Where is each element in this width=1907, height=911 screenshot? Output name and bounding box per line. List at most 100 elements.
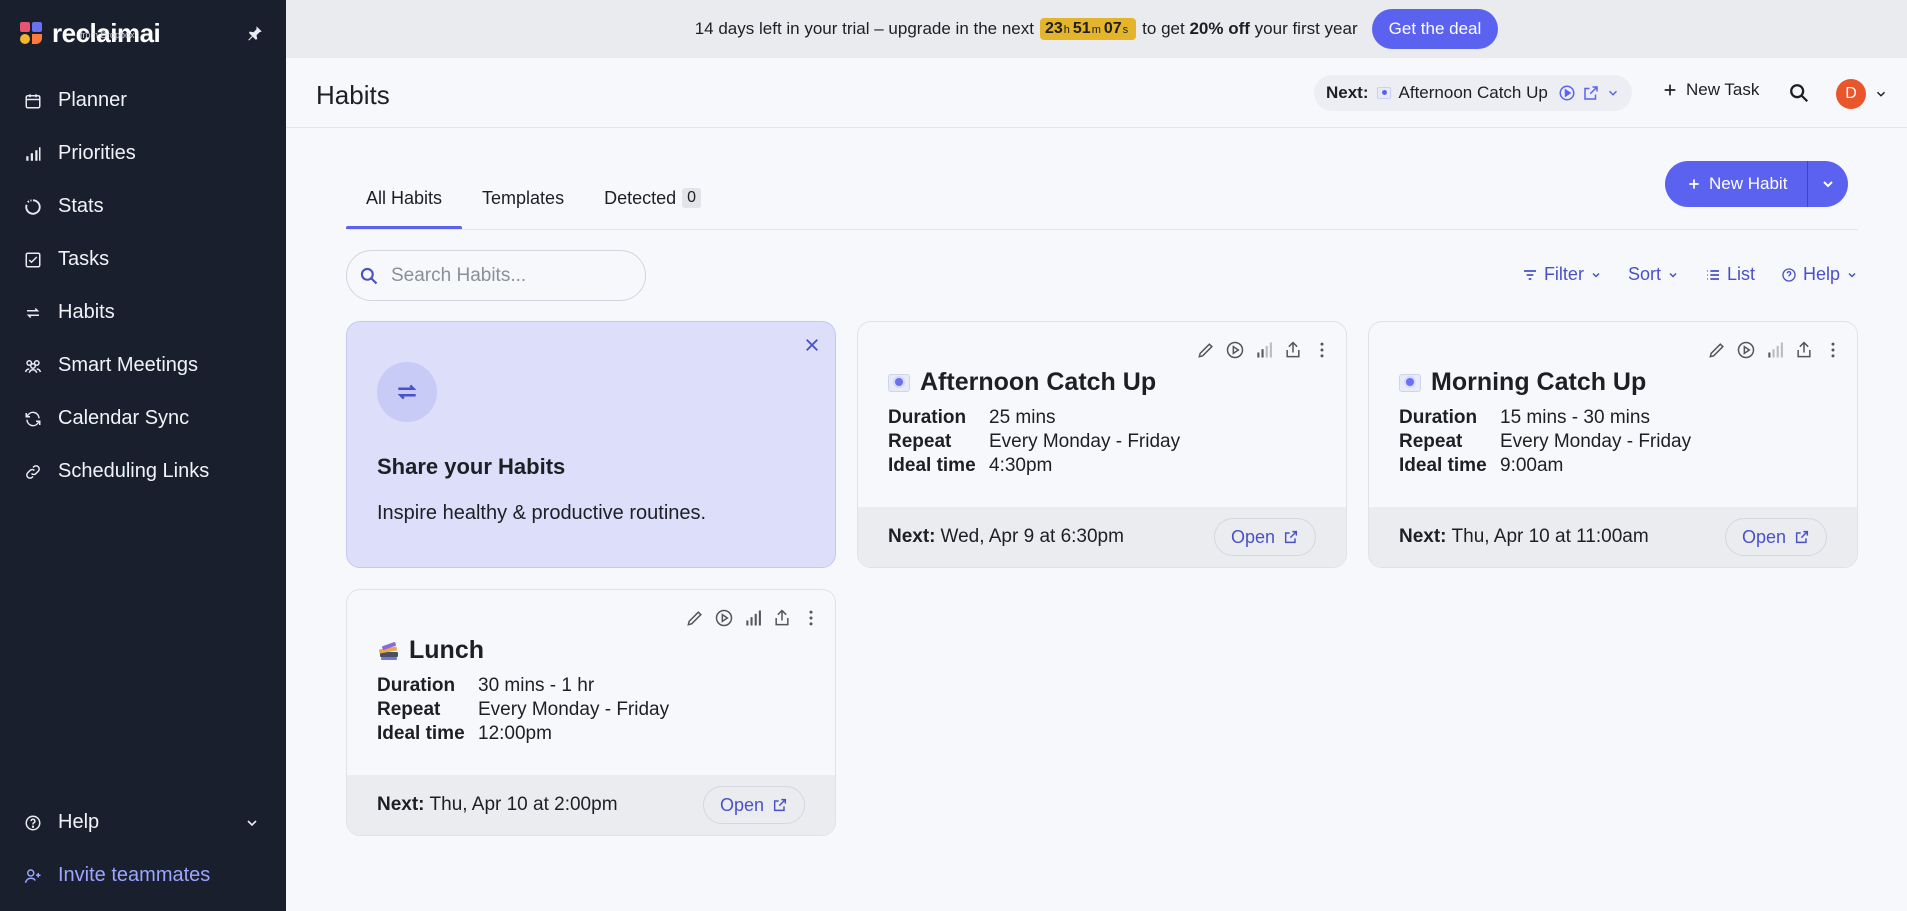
habit-card-footer: Next: Thu, Apr 10 at 2:00pm Open — [347, 775, 835, 835]
chevron-down-icon[interactable] — [1606, 86, 1620, 100]
ideal-time-label: Ideal time — [888, 455, 976, 476]
search-icon[interactable] — [1788, 82, 1810, 104]
search-input[interactable] — [391, 264, 621, 287]
timer-hours-unit: h — [1063, 24, 1070, 36]
stats-icon[interactable] — [1765, 340, 1785, 360]
ideal-time-value: 9:00am — [1500, 455, 1564, 476]
page-header: Habits Next: Afternoon Catch Up New Task… — [286, 58, 1907, 128]
tab-label: Templates — [482, 187, 565, 208]
open-button[interactable]: Open — [1213, 518, 1316, 556]
share-habits-card: Share your Habits Inspire healthy & prod… — [346, 321, 836, 568]
open-external-icon — [1795, 530, 1809, 544]
open-external-icon — [1284, 530, 1298, 544]
lunch-icon — [378, 641, 398, 660]
sidebar-item-planner[interactable]: Planner — [0, 74, 286, 127]
next-label: Next: — [888, 526, 936, 547]
share-icon[interactable] — [772, 608, 792, 628]
sidebar-item-habits[interactable]: Habits — [0, 286, 286, 339]
new-task-label: New Task — [1686, 80, 1760, 99]
tab-templates[interactable]: Templates — [462, 168, 584, 228]
sidebar-item-priorities[interactable]: Priorities — [0, 127, 286, 180]
calendar-icon — [25, 93, 41, 108]
habit-card[interactable]: Morning Catch Up Duration 15 mins - 30 mi… — [1368, 321, 1858, 568]
banner-text-pre: 14 days left in your trial – upgrade in … — [694, 19, 1034, 38]
list-icon — [1706, 269, 1719, 280]
sidebar-item-help[interactable]: Help — [0, 796, 286, 849]
sidebar-item-calendar-sync[interactable]: Calendar Sync — [0, 392, 286, 445]
close-icon[interactable] — [803, 336, 821, 354]
brand-sub: from Dropbox — [80, 30, 135, 40]
stats-icon[interactable] — [1254, 340, 1274, 360]
habit-title: Afternoon Catch Up — [888, 368, 1156, 397]
invite-teammates-link[interactable]: Invite teammates — [0, 849, 286, 902]
sort-label: Sort — [1627, 264, 1661, 284]
next-occurrence: Wed, Apr 9 at 6:30pm — [940, 526, 1124, 547]
play-icon[interactable] — [1736, 340, 1756, 360]
filter-button[interactable]: Filter — [1522, 264, 1602, 285]
edit-icon[interactable] — [1196, 340, 1216, 360]
habit-properties: Duration 30 mins - 1 hr Repeat Every Monda… — [377, 674, 669, 746]
chevron-down-icon — [247, 819, 257, 826]
habit-properties: Duration 15 mins - 30 mins Repeat Every Mo… — [1399, 406, 1691, 478]
edit-icon[interactable] — [685, 608, 705, 628]
habit-card[interactable]: Afternoon Catch Up Duration 25 mins Repea… — [857, 321, 1347, 568]
new-habit-button[interactable]: New Habit — [1665, 161, 1809, 207]
tab-all-habits[interactable]: All Habits — [346, 168, 463, 230]
tab-detected[interactable]: Detected 0 — [584, 168, 721, 228]
habit-title: Morning Catch Up — [1399, 368, 1646, 397]
sidebar-item-label: Habits — [58, 301, 115, 323]
new-habit-dropdown-button[interactable] — [1808, 161, 1848, 207]
stats-icon[interactable] — [743, 608, 763, 628]
more-vertical-icon[interactable] — [801, 608, 821, 628]
play-icon[interactable] — [1558, 84, 1576, 102]
help-circle-icon — [1782, 267, 1796, 282]
open-button[interactable]: Open — [702, 786, 805, 824]
habit-card[interactable]: Lunch Duration 30 mins - 1 hr Repeat Every… — [346, 589, 836, 836]
sidebar-item-stats[interactable]: Stats — [0, 180, 286, 233]
tab-label: Detected — [604, 187, 677, 208]
repeat-label: Repeat — [888, 431, 952, 452]
new-habit-split-button: New Habit — [1665, 161, 1849, 207]
more-vertical-icon[interactable] — [1312, 340, 1332, 360]
chevron-down-icon[interactable] — [1874, 87, 1888, 101]
play-icon[interactable] — [1225, 340, 1245, 360]
habit-title-text: Lunch — [409, 636, 484, 664]
sidebar-item-scheduling-links[interactable]: Scheduling Links — [0, 445, 286, 498]
stats-ring-icon — [25, 198, 41, 215]
help-button[interactable]: Help — [1781, 264, 1858, 285]
share-icon[interactable] — [1794, 340, 1814, 360]
share-icon[interactable] — [1283, 340, 1303, 360]
sidebar-item-tasks[interactable]: Tasks — [0, 233, 286, 286]
sidebar-item-label: Stats — [58, 195, 104, 217]
duration-value: 15 mins - 30 mins — [1500, 407, 1650, 428]
repeat-value: Every Monday - Friday — [989, 431, 1181, 452]
sort-button[interactable]: Sort — [1628, 264, 1679, 285]
more-vertical-icon[interactable] — [1823, 340, 1843, 360]
edit-icon[interactable] — [1707, 340, 1727, 360]
tab-label: All Habits — [366, 187, 443, 208]
sidebar-item-label: Tasks — [58, 248, 110, 270]
open-label: Open — [1741, 526, 1786, 547]
avatar[interactable]: D — [1836, 79, 1866, 109]
get-deal-button[interactable]: Get the deal — [1371, 9, 1499, 49]
play-icon[interactable] — [714, 608, 734, 628]
habit-calendar-icon — [1399, 373, 1421, 392]
new-task-button[interactable]: New Task — [1662, 80, 1759, 100]
card-actions — [1707, 340, 1843, 360]
add-user-icon — [24, 868, 41, 883]
pin-icon[interactable] — [246, 24, 264, 42]
tabs-divider — [346, 229, 1858, 230]
list-view-button[interactable]: List — [1705, 264, 1755, 285]
share-title: Share your Habits — [377, 454, 566, 479]
habit-card-footer: Next: Thu, Apr 10 at 11:00am Open — [1369, 507, 1857, 567]
open-external-icon[interactable] — [1582, 84, 1600, 102]
habit-calendar-icon — [888, 373, 910, 392]
sidebar-item-label: Planner — [58, 89, 127, 111]
share-text: Inspire healthy & productive routines. — [377, 502, 707, 524]
sidebar-item-smart-meetings[interactable]: Smart Meetings — [0, 339, 286, 392]
duration-label: Duration — [888, 407, 967, 428]
open-button[interactable]: Open — [1724, 518, 1827, 556]
habit-title: Lunch — [377, 636, 484, 665]
sidebar-item-label: Priorities — [58, 142, 136, 164]
next-event-pill[interactable]: Next: Afternoon Catch Up — [1314, 75, 1632, 111]
